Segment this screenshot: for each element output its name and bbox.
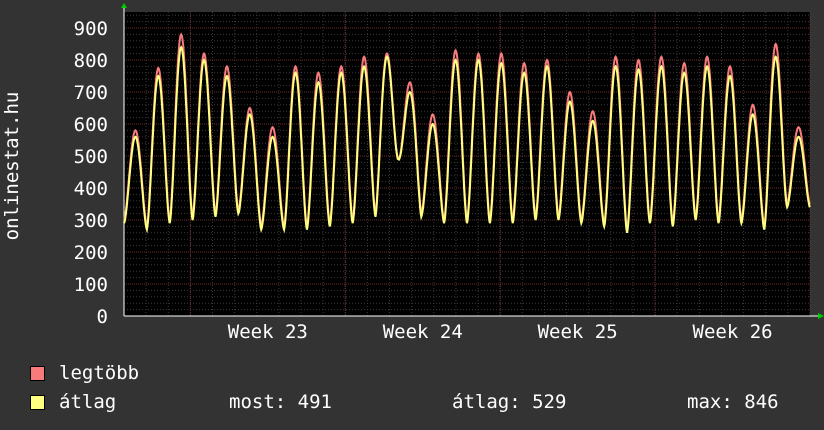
y-axis-arrow: [121, 3, 127, 8]
y-tick-label: 600: [74, 114, 108, 136]
legend-swatch-avg: [30, 394, 45, 410]
stat-current: most: 491: [229, 391, 332, 413]
x-axis-arrow: [818, 313, 824, 319]
legend-label-avg: átlag: [59, 391, 117, 413]
legend-label-max: legtöbb: [59, 362, 140, 384]
legend-item-avg: átlag: [30, 391, 116, 413]
legend-swatch-max: [30, 365, 45, 381]
legend-item-max: legtöbb: [30, 362, 139, 384]
stat-average: átlag: 529: [452, 391, 567, 413]
y-tick-label: 0: [97, 306, 108, 328]
x-tick-label: Week 24: [383, 321, 463, 343]
y-tick-label: 500: [74, 146, 108, 168]
stat-maximum: max: 846: [687, 391, 779, 413]
y-tick-label: 100: [74, 274, 108, 296]
y-tick-label: 300: [74, 210, 108, 232]
x-tick-label: Week 26: [693, 321, 773, 343]
y-tick-label: 400: [74, 178, 108, 200]
y-tick-label: 900: [74, 18, 108, 40]
y-axis-label: onlinestat.hu: [1, 91, 23, 241]
x-tick-label: Week 23: [228, 321, 308, 343]
y-tick-label: 700: [74, 82, 108, 104]
x-tick-label: Week 25: [538, 321, 618, 343]
y-tick-label: 200: [74, 242, 108, 264]
y-tick-label: 800: [74, 50, 108, 72]
